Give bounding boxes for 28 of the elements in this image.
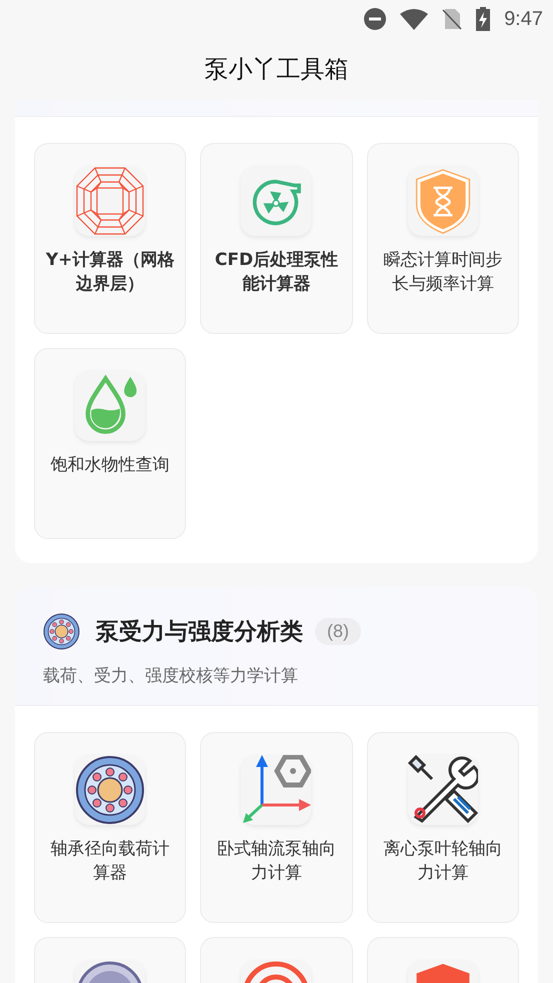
tool-label: 瞬态计算时间步长与频率计算 (382, 249, 504, 296)
app-title: 泵小丫工具箱 (204, 54, 348, 85)
tool-card[interactable]: 饱和水物性查询 (34, 348, 186, 539)
do-not-disturb-icon (364, 8, 386, 30)
tool-label: Y+计算器（网格边界层） (45, 249, 176, 296)
tool-label: CFD后处理泵性能计算器 (214, 249, 340, 296)
tool-label: 离心泵叶轮轴向力计算 (382, 838, 504, 885)
wrench-screwdriver-icon (408, 755, 478, 825)
section-subtitle: 载荷、受力、强度校核等力学计算 (43, 665, 299, 687)
bearing-icon (43, 613, 80, 650)
section-title: 泵受力与强度分析类 (96, 618, 303, 647)
octagon-grid-icon (75, 166, 146, 236)
no-sim-icon (442, 8, 462, 30)
tool-card[interactable]: 轴承径向载荷计算器 (34, 732, 186, 923)
tool-label: 轴承径向载荷计算器 (50, 838, 171, 885)
tool-card[interactable]: 瞬态计算时间步长与频率计算 (366, 143, 519, 334)
tool-card[interactable]: 离心泵叶轮轴向力计算 (366, 732, 519, 923)
count-badge: (8) (315, 618, 361, 645)
axes-hexagon-icon (241, 755, 312, 825)
tool-card[interactable]: 卧式轴流泵轴向力计算 (200, 732, 353, 923)
battery-charging-icon (476, 7, 490, 31)
tool-card[interactable]: Y+计算器（网格边界层） (34, 143, 186, 334)
bearing-icon (75, 755, 146, 825)
tool-label: 饱和水物性查询 (50, 454, 170, 477)
clock-time: 9:47 (504, 8, 543, 30)
tool-label: 卧式轴流泵轴向力计算 (216, 838, 337, 885)
tool-card[interactable]: CFD后处理泵性能计算器 (200, 143, 353, 334)
wifi-icon (400, 8, 428, 30)
